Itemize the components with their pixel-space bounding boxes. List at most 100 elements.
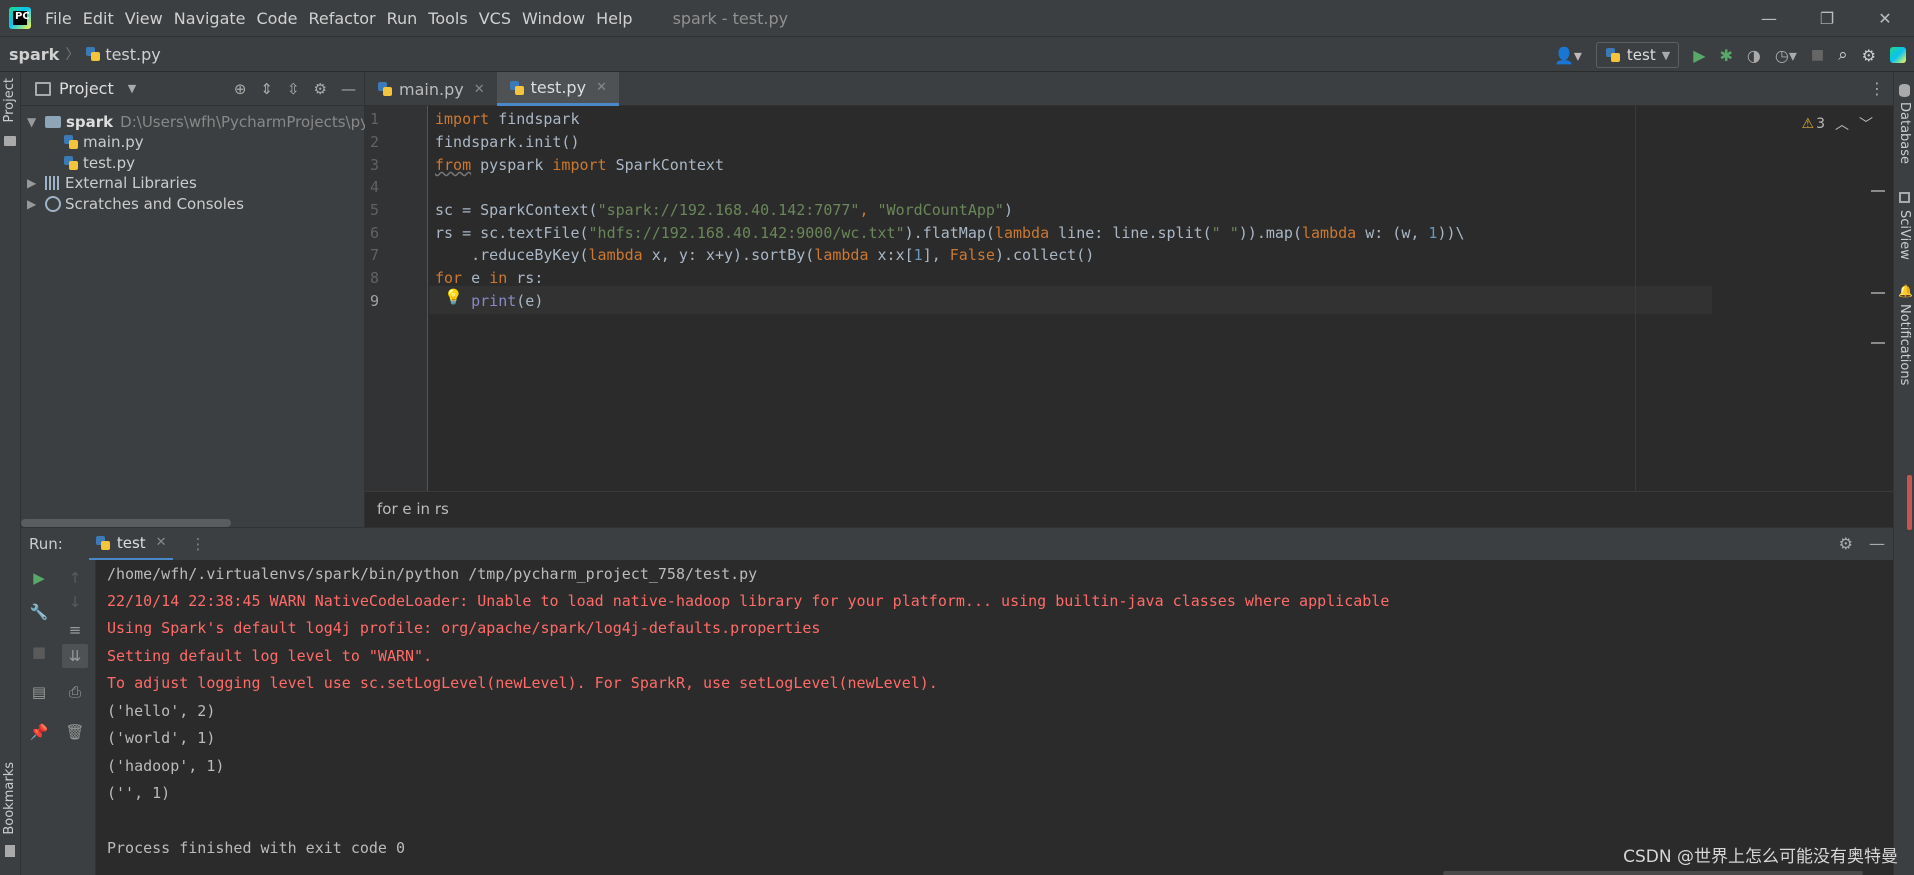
chevron-up-icon[interactable]: ︿ [1835,114,1849,134]
line-number: 7 [370,246,380,264]
pin-tab-icon[interactable]: 📌 [29,722,49,742]
menu-run[interactable]: Run [387,9,418,28]
console-line: Setting default log level to "WARN". [107,647,433,665]
python-file-icon [509,80,525,96]
hide-run-panel-icon[interactable]: — [1869,534,1885,553]
run-tab-test[interactable]: test ✕ [88,528,173,561]
chevron-collapsed-icon[interactable]: ▶ [27,197,41,211]
layout-icon[interactable]: ▤ [29,682,49,702]
menu-vcs[interactable]: VCS [479,9,511,28]
project-tool-tab[interactable]: Project [2,78,17,122]
run-settings-gear-icon[interactable]: ⚙ [1839,534,1853,553]
tab-main-py[interactable]: main.py ✕ [365,72,497,106]
user-account-icon[interactable]: 👤▾ [1554,46,1582,65]
menu-help[interactable]: Help [596,9,632,28]
restore-button[interactable]: ❐ [1798,0,1856,36]
code-editor[interactable]: 1 2 3 4 5 6 7 8 9 import findspark finds… [365,106,1893,525]
search-everywhere-icon[interactable]: ⌕ [1838,45,1848,65]
python-run-icon [95,535,111,551]
line-number: 2 [370,133,380,151]
title-bar: PC File Edit View Navigate Code Refactor… [0,0,1914,36]
soft-wrap-icon[interactable]: ≡ [65,620,85,640]
bookmarks-tool-tab[interactable]: Bookmarks [2,762,17,835]
intention-lightbulb-icon[interactable]: 💡 [444,288,463,306]
python-file-icon [63,134,79,150]
clear-console-icon[interactable]: 🗑 [65,722,85,742]
tree-scratches[interactable]: ▶ Scratches and Consoles [27,192,244,216]
close-tab-icon[interactable]: ✕ [474,82,485,97]
warning-icon: ⚠ [1801,116,1815,132]
breadcrumb-file[interactable]: test.py [85,45,161,64]
chevron-down-icon[interactable]: ﹀ [1859,114,1873,134]
breadcrumb-project[interactable]: spark [9,45,59,64]
menu-navigate[interactable]: Navigate [174,9,246,28]
profile-icon[interactable]: ◷▾ [1775,46,1797,65]
chevron-down-icon: ▼ [1661,48,1671,62]
line-number: 5 [370,201,380,219]
chevron-collapsed-icon[interactable]: ▶ [27,176,41,190]
menu-window[interactable]: Window [522,9,585,28]
python-file-icon [85,46,101,62]
run-panel-header: Run: test ✕ ⋮ ⚙ — [21,527,1893,561]
console-horizontal-scrollbar[interactable] [1443,871,1863,875]
jetbrains-toolbox-icon[interactable] [1890,47,1906,63]
settings-gear-icon[interactable]: ⚙ [1862,46,1876,65]
scroll-down-icon[interactable]: ↓ [65,592,85,612]
menu-tools[interactable]: Tools [428,9,467,28]
menu-view[interactable]: View [125,9,163,28]
notifications-tool-tab[interactable]: Notifications [1897,304,1912,385]
csdn-watermark: CSDN @世界上怎么可能没有奥特曼 [1623,847,1898,867]
main-toolbar: 👤▾ test ▼ ▶ ✱ ◑ ◷▾ ■ ⌕ ⚙ [1554,37,1906,73]
project-panel-header: Project ▼ ⊕ ⇕ ⇳ ⚙ — [21,72,364,106]
minimize-button[interactable]: — [1740,0,1798,36]
tab-options-icon[interactable]: ⋮ [1869,79,1885,98]
wrench-icon[interactable]: 🔧 [29,602,49,622]
locate-file-icon[interactable]: ⊕ [234,80,247,98]
run-configuration-selector[interactable]: test ▼ [1595,42,1680,68]
breadcrumb-scope[interactable]: for e in rs [377,500,449,518]
console-line: ('hadoop', 1) [107,757,225,775]
database-tool-tab[interactable]: Database [1897,102,1912,164]
tab-label: main.py [399,79,464,99]
chevron-down-icon[interactable]: ▼ [128,82,136,95]
console-line: To adjust logging level use sc.setLogLev… [107,674,938,692]
python-file-icon [377,81,393,97]
chevron-expanded-icon[interactable]: ▼ [27,115,41,129]
collapse-all-icon[interactable]: ⇳ [287,80,300,98]
menu-refactor[interactable]: Refactor [308,9,375,28]
library-icon [45,176,61,190]
line-number: 8 [370,269,380,287]
close-tab-icon[interactable]: ✕ [596,80,607,95]
print-icon[interactable]: ⎙ [65,682,85,702]
warning-stripe-mark [1871,342,1885,344]
run-tab-options-icon[interactable]: ⋮ [191,535,206,553]
project-horizontal-scrollbar[interactable] [21,519,231,527]
window-controls: — ❐ ✕ [1740,0,1914,36]
tree-file-label: main.py [83,133,144,151]
run-icon[interactable]: ▶ [1693,46,1705,65]
stop-icon[interactable]: ■ [1811,47,1824,63]
current-line-highlight [429,286,1712,314]
scroll-up-icon[interactable]: ↑ [65,568,85,588]
expand-all-icon[interactable]: ⇕ [260,80,273,98]
run-console-output[interactable]: /home/wfh/.virtualenvs/spark/bin/python … [96,560,1893,875]
rerun-icon[interactable]: ▶ [29,568,49,588]
coverage-icon[interactable]: ◑ [1747,46,1761,65]
menu-edit[interactable]: Edit [83,9,114,28]
console-line: 22/10/14 22:38:45 WARN NativeCodeLoader:… [107,592,1390,610]
console-line: ('', 1) [107,784,171,802]
menu-code[interactable]: Code [257,9,298,28]
scroll-to-end-icon[interactable]: ⇊ [62,644,88,668]
close-window-button[interactable]: ✕ [1856,0,1914,36]
inspection-widget[interactable]: ⚠ 3 ︿ ﹀ [1802,114,1873,134]
project-panel-title[interactable]: Project [59,79,114,98]
stop-run-icon[interactable]: ■ [29,642,49,662]
panel-settings-gear-icon[interactable]: ⚙ [314,80,327,98]
menu-file[interactable]: File [45,9,72,28]
sciview-tool-tab[interactable]: SciView [1897,210,1912,260]
tab-test-py[interactable]: test.py ✕ [496,72,619,106]
close-tab-icon[interactable]: ✕ [156,535,167,550]
debug-icon[interactable]: ✱ [1720,46,1733,65]
hide-panel-icon[interactable]: — [341,80,356,98]
console-line: Using Spark's default log4j profile: org… [107,619,821,637]
